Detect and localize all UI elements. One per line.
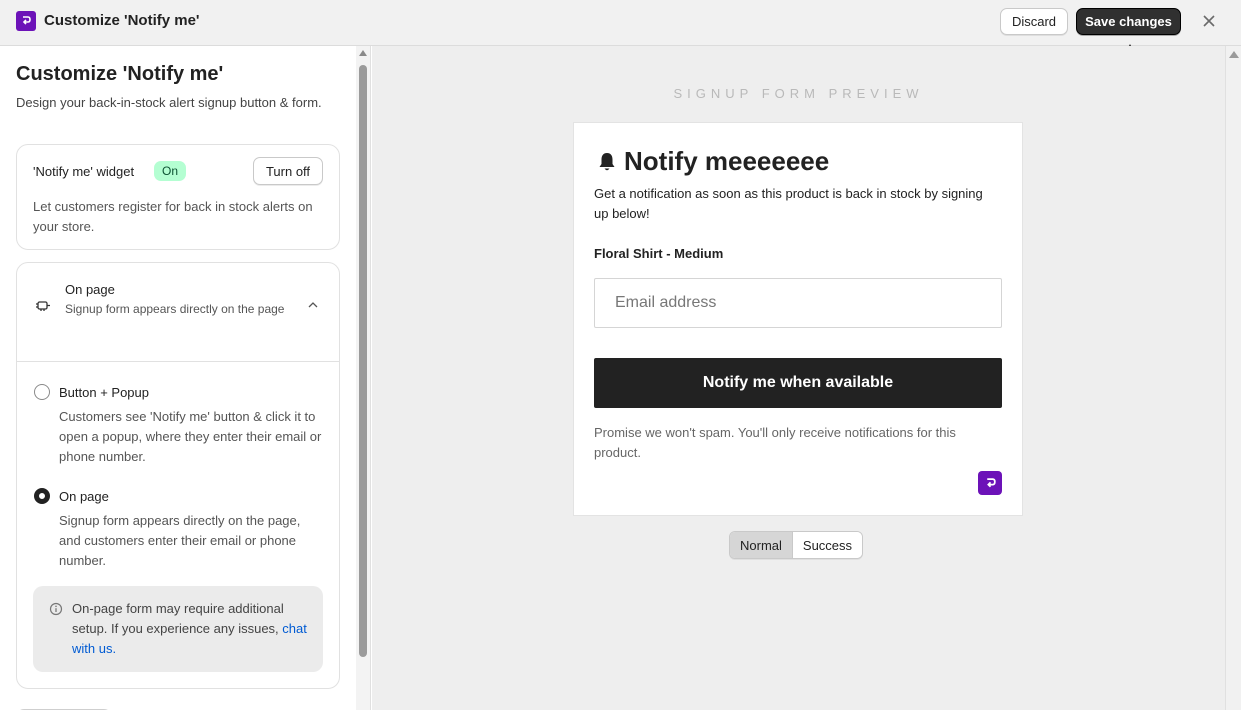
chevron-up-icon[interactable]	[307, 299, 319, 311]
placement-card: On page Signup form appears directly on …	[16, 262, 340, 689]
settings-sidebar: Customize 'Notify me' Design your back-i…	[0, 46, 356, 710]
scrollbar-thumb[interactable]	[359, 65, 367, 657]
radio-description-button-popup: Customers see 'Notify me' button & click…	[59, 409, 322, 464]
preview-label: SIGNUP FORM PREVIEW	[673, 86, 924, 101]
widget-description: Let customers register for back in stock…	[33, 199, 313, 234]
state-normal-button[interactable]: Normal	[730, 532, 793, 558]
signup-form-card: Notify meeeeeee Get a notification as so…	[573, 122, 1023, 516]
setup-notice: On-page form may require additional setu…	[33, 586, 323, 672]
close-icon[interactable]	[1200, 12, 1218, 30]
preview-state-toggle: Normal Success	[729, 531, 864, 559]
divider	[17, 361, 339, 362]
widget-card: 'Notify me' widget On Turn off Let custo…	[16, 144, 340, 250]
preview-scrollbar[interactable]	[1225, 46, 1241, 710]
form-heading: Notify meeeeeee	[624, 146, 830, 176]
bell-icon	[599, 153, 615, 171]
radio-label-on-page[interactable]: On page	[59, 489, 109, 504]
radio-description-on-page: Signup form appears directly on the page…	[59, 513, 301, 568]
top-bar: Customize 'Notify me' Discard Save chang…	[0, 0, 1241, 46]
widget-label: 'Notify me' widget	[33, 164, 135, 179]
product-name: Floral Shirt - Medium	[594, 246, 724, 261]
discard-button[interactable]: Discard	[1000, 8, 1068, 35]
email-input[interactable]	[594, 278, 1002, 328]
sidebar-title: Customize 'Notify me'	[16, 63, 224, 85]
sidebar-description: Design your back-in-stock alert signup b…	[16, 95, 322, 110]
brand-badge-glyph	[986, 477, 996, 487]
notice-body: On-page form may require additional setu…	[72, 601, 284, 636]
radio-label-button-popup[interactable]: Button + Popup	[59, 385, 149, 400]
notice-text: On-page form may require additional setu…	[72, 599, 312, 659]
form-description: Get a notification as soon as this produ…	[594, 186, 983, 221]
status-badge: On	[154, 161, 187, 181]
placement-icon[interactable]	[35, 298, 51, 314]
app-logo-glyph	[22, 16, 31, 25]
notify-me-button[interactable]: Notify me when available	[594, 358, 1002, 408]
placement-title[interactable]: On page	[65, 282, 115, 297]
brand-badge-icon[interactable]	[978, 471, 1002, 495]
save-changes-button[interactable]: Save changes	[1076, 8, 1181, 35]
info-icon	[49, 602, 63, 616]
scroll-up-arrow-icon[interactable]	[359, 50, 367, 56]
app-logo-icon	[16, 11, 36, 31]
turn-off-button[interactable]: Turn off	[253, 157, 323, 185]
preview-panel: SIGNUP FORM PREVIEW Notify meeeeeee Get …	[372, 46, 1225, 710]
radio-on-page[interactable]	[34, 488, 50, 504]
preview-scroll-up-arrow-icon[interactable]	[1229, 51, 1239, 58]
sidebar-scrollbar[interactable]	[356, 46, 371, 710]
spam-disclaimer: Promise we won't spam. You'll only recei…	[594, 425, 956, 460]
radio-button-popup[interactable]	[34, 384, 50, 400]
placement-subtitle: Signup form appears directly on the page	[65, 302, 285, 316]
state-success-button[interactable]: Success	[792, 532, 863, 558]
window-title: Customize 'Notify me'	[44, 12, 200, 29]
